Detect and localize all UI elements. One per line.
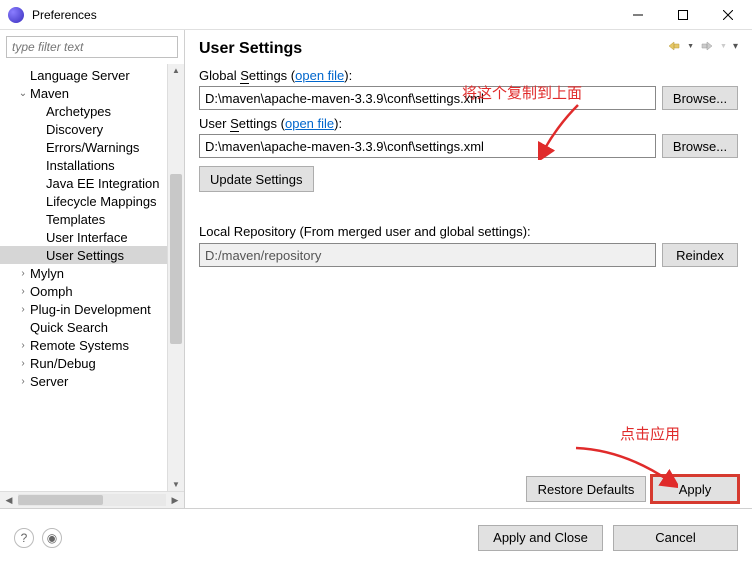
filter-input[interactable] bbox=[6, 36, 178, 58]
tree-item-label: Plug-in Development bbox=[30, 302, 151, 317]
tree-item-label: Server bbox=[30, 374, 68, 389]
tree-item[interactable]: Errors/Warnings bbox=[0, 138, 167, 156]
tree-item[interactable]: User Settings bbox=[0, 246, 167, 264]
tree-item[interactable]: ›Run/Debug bbox=[0, 354, 167, 372]
cancel-button[interactable]: Cancel bbox=[613, 525, 738, 551]
tree-item[interactable]: ⌄Maven bbox=[0, 84, 167, 102]
local-repository-label: Local Repository (From merged user and g… bbox=[199, 224, 738, 239]
dialog-footer: ? ◉ Apply and Close Cancel bbox=[0, 508, 752, 566]
tree-item-label: Discovery bbox=[46, 122, 103, 137]
tree-item[interactable]: Language Server bbox=[0, 66, 167, 84]
help-icon[interactable]: ? bbox=[14, 528, 34, 548]
titlebar: Preferences bbox=[0, 0, 752, 30]
tree-item-label: Language Server bbox=[30, 68, 130, 83]
twisty-icon: › bbox=[16, 268, 30, 279]
tree-item-label: Archetypes bbox=[46, 104, 111, 119]
tree-item-label: Remote Systems bbox=[30, 338, 129, 353]
tree-item[interactable]: Installations bbox=[0, 156, 167, 174]
apply-and-close-button[interactable]: Apply and Close bbox=[478, 525, 603, 551]
tree-item[interactable]: Quick Search bbox=[0, 318, 167, 336]
tree-item-label: Templates bbox=[46, 212, 105, 227]
tree-item[interactable]: User Interface bbox=[0, 228, 167, 246]
twisty-icon: › bbox=[16, 304, 30, 315]
global-browse-button[interactable]: Browse... bbox=[662, 86, 738, 110]
user-settings-label: User Settings (open file): bbox=[199, 116, 738, 131]
maximize-button[interactable] bbox=[660, 1, 705, 29]
twisty-icon: › bbox=[16, 340, 30, 351]
page-toolbar: ▼ ▼ ▾ bbox=[667, 40, 738, 52]
back-dropdown-icon[interactable]: ▼ bbox=[687, 43, 694, 50]
scroll-left-icon[interactable]: ◀ bbox=[2, 495, 16, 506]
user-browse-button[interactable]: Browse... bbox=[662, 134, 738, 158]
scroll-right-icon[interactable]: ▶ bbox=[168, 495, 182, 506]
restore-defaults-button[interactable]: Restore Defaults bbox=[526, 476, 646, 502]
twisty-icon: › bbox=[16, 376, 30, 387]
tree-item-label: Mylyn bbox=[30, 266, 64, 281]
tree-item-label: Java EE Integration bbox=[46, 176, 159, 191]
tree-item-label: User Interface bbox=[46, 230, 128, 245]
vertical-scrollbar[interactable]: ▲▼ bbox=[167, 64, 184, 491]
sidebar: Language Server⌄Maven Archetypes Discovery… bbox=[0, 30, 185, 508]
tree-item[interactable]: ›Oomph bbox=[0, 282, 167, 300]
update-settings-button[interactable]: Update Settings bbox=[199, 166, 314, 192]
tree-item-label: Lifecycle Mappings bbox=[46, 194, 157, 209]
twisty-icon: ⌄ bbox=[16, 88, 30, 99]
import-export-icon[interactable]: ◉ bbox=[42, 528, 62, 548]
back-icon[interactable] bbox=[667, 40, 681, 52]
tree-item[interactable]: ›Mylyn bbox=[0, 264, 167, 282]
local-repository-input bbox=[199, 243, 656, 267]
reindex-button[interactable]: Reindex bbox=[662, 243, 738, 267]
global-settings-input[interactable] bbox=[199, 86, 656, 110]
twisty-icon: › bbox=[16, 358, 30, 369]
tree-item[interactable]: Templates bbox=[0, 210, 167, 228]
settings-page: User Settings ▼ ▼ ▾ Global Settings (ope… bbox=[185, 30, 752, 508]
app-icon bbox=[8, 7, 24, 23]
tree-item-label: Errors/Warnings bbox=[46, 140, 139, 155]
tree-item-label: Quick Search bbox=[30, 320, 108, 335]
tree-item-label: Oomph bbox=[30, 284, 73, 299]
twisty-icon: › bbox=[16, 286, 30, 297]
tree-item-label: User Settings bbox=[46, 248, 124, 263]
horizontal-scrollbar[interactable]: ◀ ▶ bbox=[0, 491, 184, 508]
forward-dropdown-icon[interactable]: ▼ bbox=[720, 43, 727, 50]
forward-icon[interactable] bbox=[700, 40, 714, 52]
preference-tree[interactable]: Language Server⌄Maven Archetypes Discovery… bbox=[0, 64, 167, 491]
tree-item[interactable]: ›Plug-in Development bbox=[0, 300, 167, 318]
apply-button[interactable]: Apply bbox=[652, 476, 738, 502]
user-settings-input[interactable] bbox=[199, 134, 656, 158]
global-settings-label: Global Settings (open file): bbox=[199, 68, 738, 83]
minimize-button[interactable] bbox=[615, 1, 660, 29]
tree-item-label: Installations bbox=[46, 158, 115, 173]
window-title: Preferences bbox=[32, 8, 615, 22]
tree-item-label: Run/Debug bbox=[30, 356, 96, 371]
tree-item[interactable]: ›Remote Systems bbox=[0, 336, 167, 354]
menu-icon[interactable]: ▾ bbox=[733, 41, 738, 52]
hscrollbar-thumb[interactable] bbox=[18, 495, 103, 505]
user-open-file-link[interactable]: open file bbox=[285, 116, 334, 131]
tree-item[interactable]: Java EE Integration bbox=[0, 174, 167, 192]
global-open-file-link[interactable]: open file bbox=[295, 68, 344, 83]
close-button[interactable] bbox=[705, 1, 750, 29]
tree-item-label: Maven bbox=[30, 86, 69, 101]
tree-item[interactable]: ›Server bbox=[0, 372, 167, 390]
tree-item[interactable]: Discovery bbox=[0, 120, 167, 138]
tree-item[interactable]: Archetypes bbox=[0, 102, 167, 120]
page-title: User Settings bbox=[199, 40, 738, 58]
tree-item[interactable]: Lifecycle Mappings bbox=[0, 192, 167, 210]
scrollbar-thumb[interactable] bbox=[170, 174, 182, 344]
